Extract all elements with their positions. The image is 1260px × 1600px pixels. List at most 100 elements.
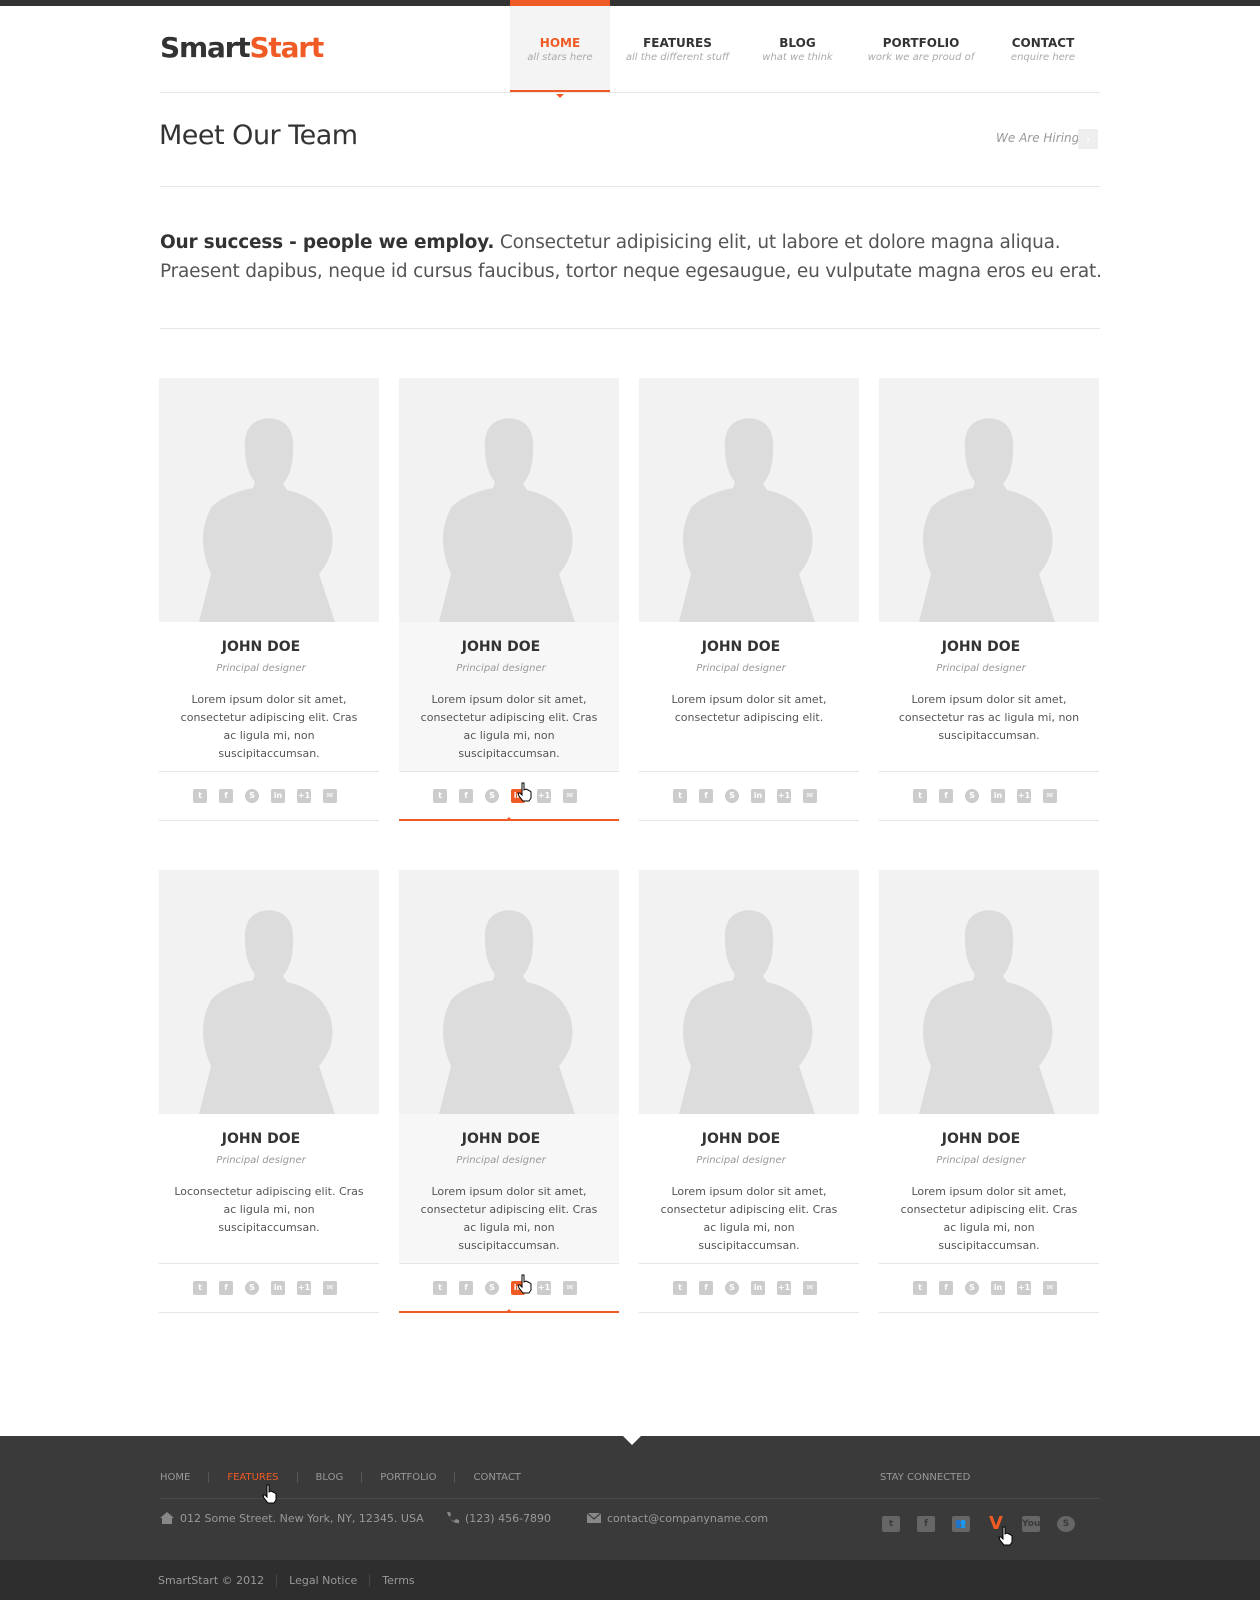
footer-nav-portfolio[interactable]: PORTFOLIO: [361, 1472, 454, 1483]
nav-home[interactable]: HOME all stars here: [510, 0, 610, 98]
email-icon[interactable]: ✉: [803, 1281, 817, 1295]
linkedin-icon[interactable]: in: [271, 1281, 285, 1295]
phone-icon: [447, 1512, 459, 1524]
email-icon[interactable]: ✉: [323, 789, 337, 803]
hiring-link[interactable]: We Are Hiring: [996, 131, 1079, 145]
footer-nav-features[interactable]: FEATURES: [208, 1472, 296, 1483]
footer-email[interactable]: contact@companyname.com: [587, 1512, 768, 1525]
team-card[interactable]: JOHN DOE Principal designer Lorem ipsum …: [399, 870, 619, 1313]
email-icon[interactable]: ✉: [1043, 1281, 1057, 1295]
facebook-icon[interactable]: f: [459, 789, 473, 803]
google-plus-icon[interactable]: +1: [777, 789, 791, 803]
facebook-icon[interactable]: f: [459, 1281, 473, 1295]
intro-bold: Our success - people we employ.: [160, 232, 495, 253]
skype-icon[interactable]: S: [485, 1281, 499, 1295]
google-plus-icon[interactable]: +1: [297, 1281, 311, 1295]
team-card[interactable]: JOHN DOE Principal designer Lorem ipsum …: [879, 870, 1099, 1313]
nav-home-label: HOME: [539, 36, 581, 50]
member-social-row: t f Sin +1 ✉: [399, 1263, 619, 1313]
email-icon[interactable]: ✉: [323, 1281, 337, 1295]
facebook-icon[interactable]: f: [699, 789, 713, 803]
chevron-right-icon[interactable]: ›: [1078, 129, 1098, 149]
twitter-icon[interactable]: t: [913, 1281, 927, 1295]
member-social-row: t f Sin +1 ✉: [399, 771, 619, 821]
twitter-icon[interactable]: t: [193, 789, 207, 803]
nav-portfolio-sub: work we are proud of: [867, 52, 975, 63]
facebook-icon[interactable]: f: [219, 789, 233, 803]
twitter-icon[interactable]: t: [193, 1281, 207, 1295]
email-icon[interactable]: ✉: [563, 1281, 577, 1295]
facebook-icon[interactable]: f: [917, 1516, 935, 1532]
nav-blog-label: BLOG: [779, 36, 816, 50]
twitter-icon[interactable]: t: [433, 789, 447, 803]
email-icon[interactable]: ✉: [803, 789, 817, 803]
email-icon[interactable]: ✉: [1043, 789, 1057, 803]
twitter-icon[interactable]: t: [433, 1281, 447, 1295]
main-nav: HOME all stars here FEATURES all the dif…: [510, 0, 1094, 98]
skype-icon[interactable]: S: [1057, 1516, 1075, 1532]
facebook-icon[interactable]: f: [939, 789, 953, 803]
person-silhouette-icon: [919, 418, 1055, 622]
team-card[interactable]: JOHN DOE Principal designer Loconsectetu…: [159, 870, 379, 1313]
skype-icon[interactable]: S: [245, 789, 259, 803]
skype-icon[interactable]: S: [965, 1281, 979, 1295]
twitter-icon[interactable]: t: [882, 1516, 900, 1532]
linkedin-icon[interactable]: in: [751, 789, 765, 803]
myspace-icon[interactable]: 👥: [952, 1516, 970, 1532]
google-plus-icon[interactable]: +1: [297, 789, 311, 803]
facebook-icon[interactable]: f: [699, 1281, 713, 1295]
email-icon[interactable]: ✉: [563, 789, 577, 803]
twitter-icon[interactable]: t: [913, 789, 927, 803]
logo[interactable]: SmartStart: [160, 31, 324, 64]
google-plus-icon[interactable]: +1: [777, 1281, 791, 1295]
member-role: Principal designer: [936, 1155, 1026, 1166]
skype-icon[interactable]: S: [965, 789, 979, 803]
team-photo: [639, 378, 859, 622]
linkedin-icon[interactable]: in: [991, 789, 1005, 803]
google-plus-icon[interactable]: +1: [1017, 789, 1031, 803]
team-card[interactable]: JOHN DOE Principal designer Lorem ipsum …: [399, 378, 619, 821]
team-card[interactable]: JOHN DOE Principal designer Lorem ipsum …: [639, 870, 859, 1313]
terms-link[interactable]: Terms: [369, 1574, 426, 1587]
logo-part1: Smart: [160, 31, 251, 64]
google-plus-icon[interactable]: +1: [1017, 1281, 1031, 1295]
nav-blog-sub: what we think: [762, 52, 833, 63]
member-social-icons: t f Sin +1 ✉: [193, 1281, 349, 1295]
skype-icon[interactable]: S: [485, 789, 499, 803]
member-role: Principal designer: [696, 663, 786, 674]
nav-portfolio[interactable]: PORTFOLIO work we are proud of: [850, 0, 992, 92]
footer-notch: [623, 1436, 641, 1445]
phone-text: (123) 456-7890: [465, 1512, 552, 1525]
team-photo: [639, 870, 859, 1114]
footer-nav-home[interactable]: HOME: [160, 1472, 208, 1483]
home-icon: [160, 1512, 174, 1524]
linkedin-icon[interactable]: in: [271, 789, 285, 803]
twitter-icon[interactable]: t: [673, 1281, 687, 1295]
nav-features[interactable]: FEATURES all the different stuff: [610, 0, 745, 92]
member-name: JOHN DOE: [701, 1131, 781, 1147]
nav-blog[interactable]: BLOG what we think: [745, 0, 850, 92]
team-card[interactable]: JOHN DOE Principal designer Lorem ipsum …: [639, 378, 859, 821]
youtube-icon[interactable]: You: [1022, 1516, 1040, 1532]
facebook-icon[interactable]: f: [219, 1281, 233, 1295]
member-social-icons: t f Sin +1 ✉: [673, 1281, 829, 1295]
team-photo: [159, 870, 379, 1114]
footer-nav-contact[interactable]: CONTACT: [454, 1472, 538, 1483]
skype-icon[interactable]: S: [725, 1281, 739, 1295]
skype-icon[interactable]: S: [725, 789, 739, 803]
linkedin-icon[interactable]: in: [991, 1281, 1005, 1295]
legal-notice-link[interactable]: Legal Notice: [276, 1574, 369, 1587]
hand-cursor-icon: [262, 1484, 277, 1504]
member-role: Principal designer: [696, 1155, 786, 1166]
facebook-icon[interactable]: f: [939, 1281, 953, 1295]
google-plus-icon[interactable]: +1: [537, 789, 551, 803]
team-card[interactable]: JOHN DOE Principal designer Lorem ipsum …: [879, 378, 1099, 821]
footer-nav-blog[interactable]: BLOG: [296, 1472, 362, 1483]
google-plus-icon[interactable]: +1: [537, 1281, 551, 1295]
member-social-icons: t f Sin +1 ✉: [913, 789, 1069, 803]
team-card[interactable]: JOHN DOE Principal designer Lorem ipsum …: [159, 378, 379, 821]
skype-icon[interactable]: S: [245, 1281, 259, 1295]
linkedin-icon[interactable]: in: [751, 1281, 765, 1295]
nav-contact[interactable]: CONTACT enquire here: [992, 0, 1094, 92]
twitter-icon[interactable]: t: [673, 789, 687, 803]
